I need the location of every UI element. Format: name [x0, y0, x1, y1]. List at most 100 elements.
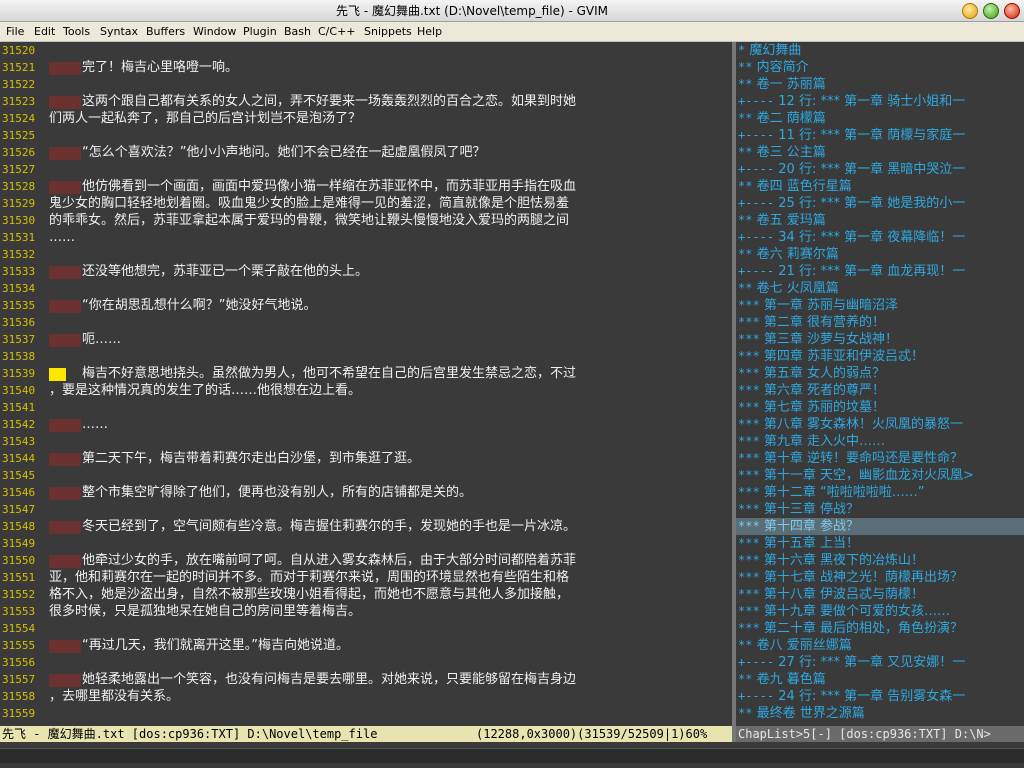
editor-line[interactable]: 31527: [0, 161, 732, 178]
chapter-list-item[interactable]: +---- 25 行: *** 第一章 她是我的小一: [736, 195, 1024, 212]
editor-line[interactable]: 31525: [0, 127, 732, 144]
menu-file[interactable]: File: [6, 22, 24, 41]
chapter-list-item[interactable]: *** 第十九章 要做个可爱的女孩……: [736, 603, 1024, 620]
editor-line[interactable]: 31537 呃……: [0, 331, 732, 348]
chapter-list-item[interactable]: *** 第十七章 战神之光！荫檬再出场？: [736, 569, 1024, 586]
chapter-list-item[interactable]: ** 卷九 暮色篇: [736, 671, 1024, 688]
editor-line[interactable]: 31552 格不入，她是沙盗出身，自然不被那些玫瑰小姐看得起，而她也不愿意与其他人…: [0, 586, 732, 603]
editor-line[interactable]: 31528 他仿佛看到一个画面，画面中爱玛像小猫一样缩在苏菲亚怀中，而苏菲亚用手指…: [0, 178, 732, 195]
menu-window[interactable]: Window: [193, 22, 236, 41]
command-line[interactable]: [0, 742, 1024, 768]
menu-buffers[interactable]: Buffers: [146, 22, 185, 41]
chapter-list-item[interactable]: ** 卷三 公主篇: [736, 144, 1024, 161]
menu-edit[interactable]: Edit: [34, 22, 55, 41]
chapter-list-item[interactable]: +---- 34 行: *** 第一章 夜幕降临！一: [736, 229, 1024, 246]
editor-line[interactable]: 31538: [0, 348, 732, 365]
command-line-input[interactable]: [0, 748, 1024, 763]
chapter-list-item[interactable]: *** 第十一章 天空，幽影血龙对火凤凰>: [736, 467, 1024, 484]
editor-line[interactable]: 31533 还没等他想完，苏菲亚已一个栗子敲在他的头上。: [0, 263, 732, 280]
editor-line[interactable]: 31523 这两个跟自己都有关系的女人之间，弄不好要来一场轰轰烈烈的百合之恋。如果…: [0, 93, 732, 110]
chapter-list-item[interactable]: ** 卷八 爱丽丝娜篇: [736, 637, 1024, 654]
chapter-list-item[interactable]: * 魔幻舞曲: [736, 42, 1024, 59]
editor-line[interactable]: 31531 ……: [0, 229, 732, 246]
editor-line[interactable]: 31535 “你在胡思乱想什么啊？”她没好气地说。: [0, 297, 732, 314]
chapter-list-item[interactable]: *** 第一章 苏丽与幽暗沼泽: [736, 297, 1024, 314]
editor-line[interactable]: 31559: [0, 705, 732, 722]
chapter-list-item[interactable]: +---- 24 行: *** 第一章 告别雾女森一: [736, 688, 1024, 705]
chapter-list-item[interactable]: *** 第十八章 伊波吕忒与荫檬！: [736, 586, 1024, 603]
editor-line[interactable]: 31520: [0, 42, 732, 59]
editor-line[interactable]: 31532: [0, 246, 732, 263]
chapter-list-item[interactable]: *** 第八章 雾女森林！火凤凰的暴怒一: [736, 416, 1024, 433]
chapter-list-item[interactable]: +---- 21 行: *** 第一章 血龙再现！一: [736, 263, 1024, 280]
editor-line[interactable]: 31551 亚，他和莉赛尔在一起的时间并不多。而对于莉赛尔来说，周围的环境显然也有…: [0, 569, 732, 586]
chapter-list-item[interactable]: ** 卷六 莉赛尔篇: [736, 246, 1024, 263]
editor-line[interactable]: 31541: [0, 399, 732, 416]
chapter-list-item[interactable]: *** 第十五章 上当！: [736, 535, 1024, 552]
chapter-list-item[interactable]: ** 内容简介: [736, 59, 1024, 76]
editor-line[interactable]: 31558 ，去哪里都没有关系。: [0, 688, 732, 705]
chapter-list-item[interactable]: ** 卷二 荫檬篇: [736, 110, 1024, 127]
chapter-list-item[interactable]: ** 卷七 火凤凰篇: [736, 280, 1024, 297]
chapter-list-item[interactable]: +---- 12 行: *** 第一章 骑士小姐和一: [736, 93, 1024, 110]
menu-plugin[interactable]: Plugin: [243, 22, 277, 41]
chapter-list-item[interactable]: ** 最终卷 世界之源篇: [736, 705, 1024, 722]
menu-cpp[interactable]: C/C++: [318, 22, 356, 41]
menu-snippets[interactable]: Snippets: [364, 22, 412, 41]
editor-line[interactable]: 31553 很多时候，只是孤独地呆在她自己的房间里等着梅吉。: [0, 603, 732, 620]
editor-line[interactable]: 31530 的乖乖女。然后，苏菲亚拿起本属于爱玛的骨鞭，微笑地让鞭头慢慢地没入爱玛…: [0, 212, 732, 229]
editor-line[interactable]: 31542 ……: [0, 416, 732, 433]
chapter-list-item[interactable]: *** 第五章 女人的弱点？: [736, 365, 1024, 382]
editor-line[interactable]: 31557 她轻柔地露出一个笑容，也没有问梅吉是要去哪里。对她来说，只要能够留在梅…: [0, 671, 732, 688]
close-button[interactable]: [1004, 3, 1020, 19]
chapter-list-item[interactable]: ** 卷五 爱玛篇: [736, 212, 1024, 229]
chapter-list-item[interactable]: *** 第九章 走入火中……: [736, 433, 1024, 450]
menu-syntax[interactable]: Syntax: [100, 22, 138, 41]
maximize-button[interactable]: [983, 3, 999, 19]
editor-line[interactable]: 31534: [0, 280, 732, 297]
editor-line[interactable]: 31555 “再过几天，我们就离开这里。”梅吉向她说道。: [0, 637, 732, 654]
chapter-list-item[interactable]: *** 第七章 苏丽的坟墓！: [736, 399, 1024, 416]
editor-line[interactable]: 31529 鬼少女的胸口轻轻地划着圈。吸血鬼少女的脸上是难得一见的羞涩，简直就像是…: [0, 195, 732, 212]
editor-line[interactable]: 31549: [0, 535, 732, 552]
editor-line[interactable]: 31554: [0, 620, 732, 637]
chapter-list-item[interactable]: ** 卷一 苏丽篇: [736, 76, 1024, 93]
editor-line[interactable]: 31550 他牵过少女的手，放在嘴前呵了呵。自从进入雾女森林后，由于大部分时间都陪…: [0, 552, 732, 569]
line-number: 31547: [2, 503, 36, 516]
chapter-list-item[interactable]: *** 第二章 很有营养的！: [736, 314, 1024, 331]
menu-help[interactable]: Help: [417, 22, 442, 41]
chapter-list-item[interactable]: *** 第十章 逆转！要命吗还是要性命？: [736, 450, 1024, 467]
editor-line[interactable]: 31544 第二天下午，梅吉带着莉赛尔走出白沙堡，到市集逛了逛。: [0, 450, 732, 467]
editor-line[interactable]: 31543: [0, 433, 732, 450]
chapter-list-item[interactable]: *** 第二十章 最后的相处，角色扮演？: [736, 620, 1024, 637]
chapter-list-item[interactable]: *** 第四章 苏菲亚和伊波吕忒！: [736, 348, 1024, 365]
editor-line[interactable]: 31548 冬天已经到了，空气间颇有些冷意。梅吉握住莉赛尔的手，发现她的手也是一片…: [0, 518, 732, 535]
menu-tools[interactable]: Tools: [63, 22, 90, 41]
chapter-list-item[interactable]: *** 第十六章 黑夜下的冶炼山！: [736, 552, 1024, 569]
chapter-list-item[interactable]: ** 卷四 蓝色行星篇: [736, 178, 1024, 195]
chapter-list-item[interactable]: +---- 11 行: *** 第一章 荫檬与家庭一: [736, 127, 1024, 144]
editor-line[interactable]: 31546 整个市集空旷得除了他们，便再也没有别人，所有的店铺都是关的。: [0, 484, 732, 501]
chapter-list-item[interactable]: +---- 20 行: *** 第一章 黑暗中哭泣一: [736, 161, 1024, 178]
editor-line[interactable]: 31556: [0, 654, 732, 671]
editor-pane[interactable]: 31520 31521 完了！梅吉心里咯噔一响。 31522 31523 这两个跟自己都有…: [0, 42, 732, 726]
editor-line[interactable]: 31536: [0, 314, 732, 331]
chapter-list-item[interactable]: *** 第三章 沙萝与女战神！: [736, 331, 1024, 348]
editor-line[interactable]: 31540 ，要是这种情况真的发生了的话……他很想在边上看。: [0, 382, 732, 399]
editor-line[interactable]: 31524 们两人一起私奔了，那自己的后宫计划岂不是泡汤了？: [0, 110, 732, 127]
chapter-list-item[interactable]: *** 第十二章 “啦啦啦啦啦……”: [736, 484, 1024, 501]
menu-bash[interactable]: Bash: [284, 22, 311, 41]
editor-line[interactable]: 31526 “怎么个喜欢法？”他小小声地问。她们不会已经在一起虚凰假凤了吧？: [0, 144, 732, 161]
minimize-button[interactable]: [962, 3, 978, 19]
chapter-list-item[interactable]: +---- 27 行: *** 第一章 又见安娜！一: [736, 654, 1024, 671]
editor-line[interactable]: 31521 完了！梅吉心里咯噔一响。: [0, 59, 732, 76]
editor-line[interactable]: 31547: [0, 501, 732, 518]
chapter-list-item[interactable]: *** 第十四章 参战？: [736, 518, 1024, 535]
chapter-list-pane[interactable]: * 魔幻舞曲 ** 内容简介 ** 卷一 苏丽篇 +---- 12 行: *** 第一…: [736, 42, 1024, 726]
editor-line[interactable]: 31539 梅吉不好意思地挠头。虽然做为男人，他可不希望在自己的后宫里发生禁忌之恋…: [0, 365, 732, 382]
editor-line[interactable]: 31522: [0, 76, 732, 93]
window-titlebar[interactable]: 先飞 - 魔幻舞曲.txt (D:\Novel\temp_file) - GVI…: [0, 0, 1024, 22]
chapter-list-item[interactable]: *** 第六章 死者的尊严！: [736, 382, 1024, 399]
editor-line[interactable]: 31545: [0, 467, 732, 484]
chapter-list-item[interactable]: *** 第十三章 停战？: [736, 501, 1024, 518]
